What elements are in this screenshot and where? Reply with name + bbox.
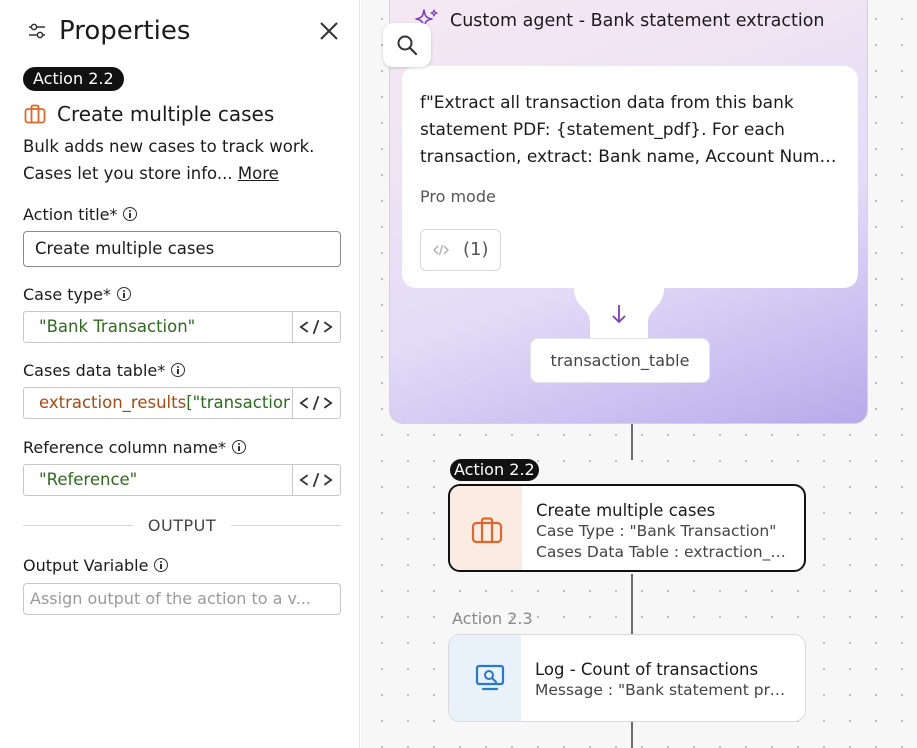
info-icon[interactable] [171,363,186,377]
properties-panel: Properties Action 2.2 Create multiple ca… [0,0,360,748]
more-link[interactable]: More [238,164,279,183]
node-text: Create multiple cases Case Type : "Bank … [536,500,790,563]
output-variable-label: Output Variable [23,556,169,576]
node-badge: Action 2.3 [452,609,533,628]
node-badge: Action 2.2 [450,459,539,481]
prompt-line: statement PDF: {statement_pdf}. For each [420,120,785,140]
info-icon[interactable] [232,440,247,454]
info-icon[interactable] [154,558,169,572]
panel-header: Properties [24,14,340,50]
reference-column-value[interactable]: "Reference" [39,465,290,495]
cases-data-table-value[interactable]: extraction_results["transaction_table"] [39,388,290,418]
prompt-card[interactable]: f"Extract all transaction data from this… [402,66,858,288]
code-icon[interactable] [292,388,340,418]
action-badge: Action 2.2 [23,67,124,91]
node-icon-strip [450,486,522,570]
sliders-icon [29,23,45,39]
action-description: Bulk adds new cases to track work. Cases… [23,133,343,187]
action-title-input[interactable]: Create multiple cases [23,231,341,267]
search-button[interactable] [383,23,431,67]
flow-connector-line [631,574,633,634]
node-title: Create multiple cases [536,501,716,520]
info-icon[interactable] [123,207,138,221]
briefcase-icon [471,517,503,544]
cases-data-table-label: Cases data table* [23,361,186,381]
node-detail: Message : "Bank statement pro... [535,681,791,699]
node-detail: Cases Data Table : extraction_r... [536,543,790,561]
action-name-label: Create multiple cases [57,102,275,126]
node-icon-strip [449,635,521,721]
info-icon[interactable] [116,287,131,301]
case-type-label: Case type* [23,285,131,305]
action-title-label: Action title* [23,205,138,225]
prompt-line: transaction, extract: Bank name, Account… [420,147,840,167]
reference-column-label: Reference column name* [23,438,247,458]
flow-connector-line [631,722,633,748]
panel-title: Properties [59,16,191,46]
cases-data-table-input[interactable]: extraction_results["transaction_table"] [23,387,341,419]
output-section-divider: OUTPUT [23,516,341,536]
node-title: Log - Count of transactions [535,660,759,679]
case-type-input[interactable]: "Bank Transaction" [23,311,341,343]
output-section-label: OUTPUT [147,516,217,535]
code-icon[interactable] [292,312,340,342]
case-type-value[interactable]: "Bank Transaction" [39,312,290,342]
reference-column-input[interactable]: "Reference" [23,464,341,496]
flow-node-create-multiple-cases[interactable]: Create multiple cases Case Type : "Bank … [448,484,806,572]
search-icon [397,35,418,56]
references-chip[interactable]: (1) [420,229,501,271]
code-icon[interactable] [292,465,340,495]
close-icon[interactable] [318,20,340,42]
briefcase-icon [24,104,46,124]
code-icon [433,244,449,256]
node-detail: Case Type : "Bank Transaction" [536,522,777,540]
divider-line [231,525,341,526]
flow-node-log-count[interactable]: Log - Count of transactions Message : "B… [448,634,806,722]
mode-label: Pro mode [420,187,496,206]
monitor-search-icon [475,664,505,691]
references-count: (1) [463,239,489,260]
flow-connector-line [631,424,633,460]
node-text: Log - Count of transactions Message : "B… [535,659,791,701]
arrow-down-icon [612,305,626,324]
agent-title-label: Custom agent - Bank statement extraction [450,11,825,31]
output-variable-input[interactable]: Assign output of the action to a v... [23,583,341,615]
agent-output-chip[interactable]: transaction_table [530,338,710,383]
prompt-text: f"Extract all transaction data from this… [420,90,840,171]
prompt-line: f"Extract all transaction data from this… [420,93,794,113]
